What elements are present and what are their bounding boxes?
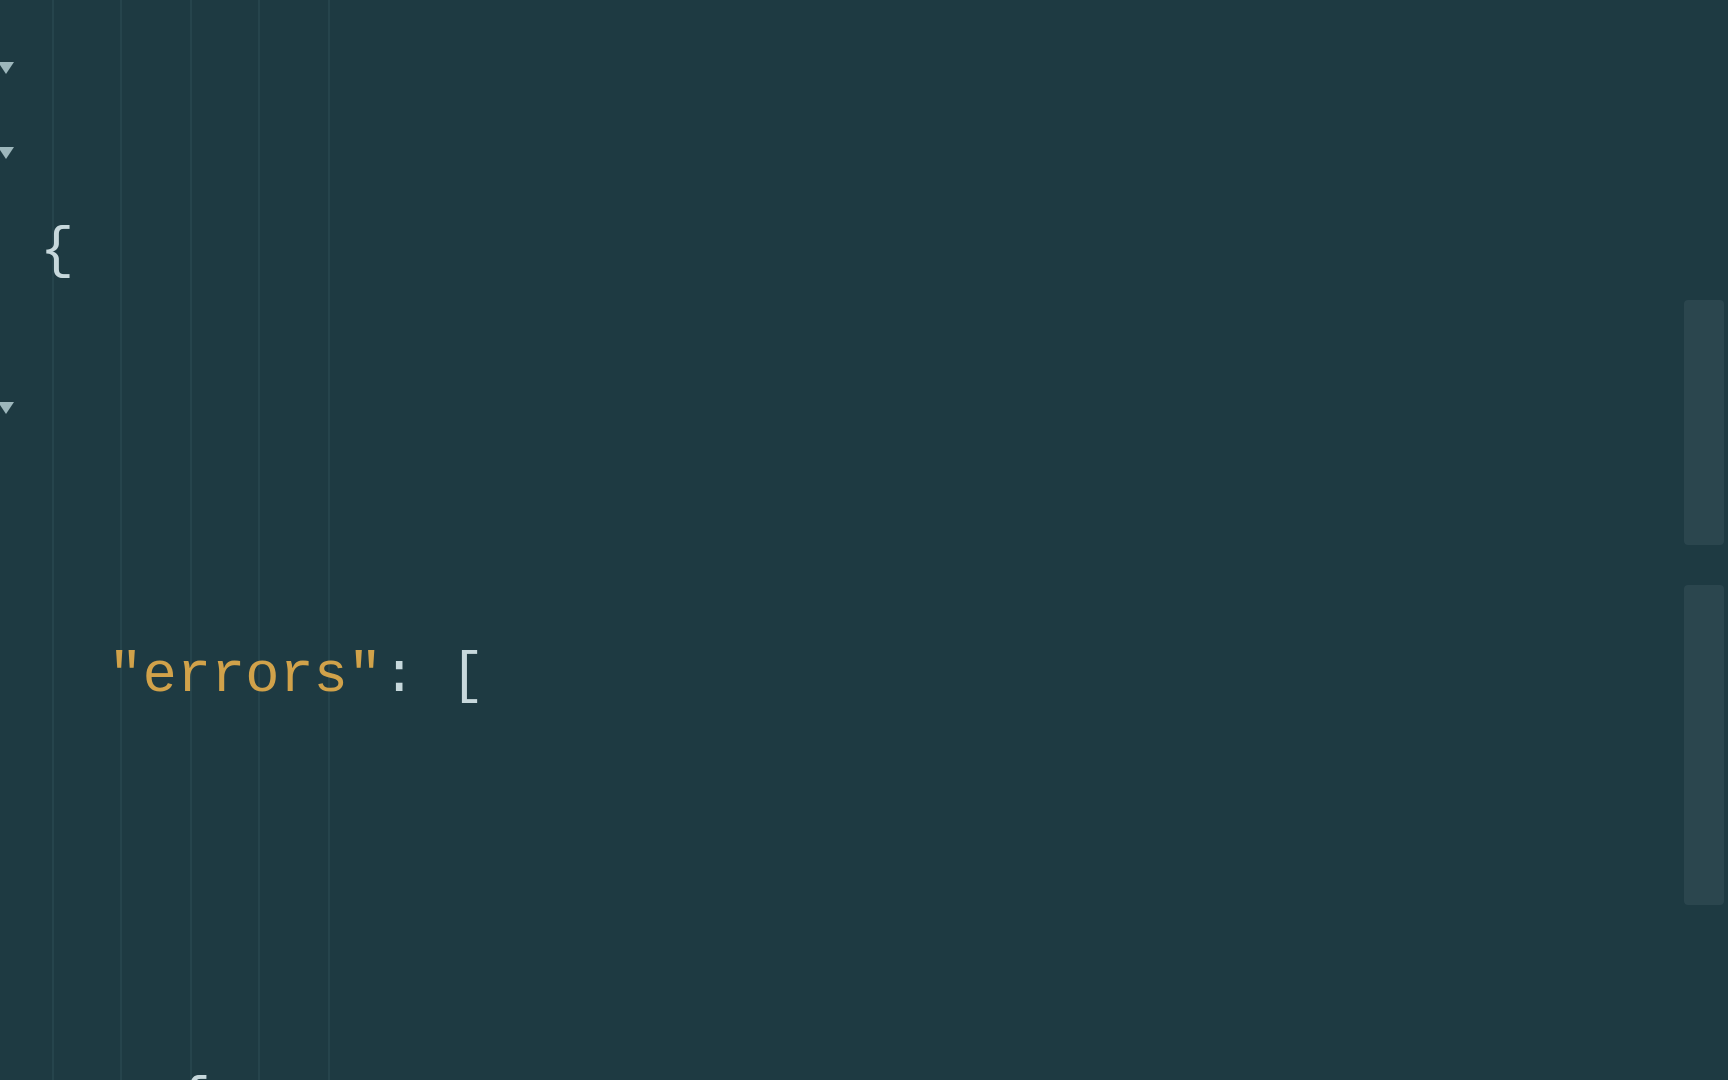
code-line: {: [40, 210, 1728, 295]
fold-gutter: [0, 0, 20, 1080]
code-line: "errors": [: [40, 635, 1728, 720]
code-line: {: [40, 1060, 1728, 1080]
brace-open: {: [40, 220, 74, 284]
fold-icon[interactable]: [0, 62, 14, 86]
json-editor[interactable]: { "errors": [ { "message": "Cannot read …: [0, 0, 1728, 1080]
fold-icon[interactable]: [0, 402, 14, 426]
key-errors: "errors": [108, 645, 382, 709]
scrollbar-thumb[interactable]: [1684, 300, 1724, 545]
scrollbar-thumb[interactable]: [1684, 585, 1724, 905]
code-body[interactable]: { "errors": [ { "message": "Cannot read …: [40, 0, 1728, 1080]
fold-icon[interactable]: [0, 147, 14, 171]
